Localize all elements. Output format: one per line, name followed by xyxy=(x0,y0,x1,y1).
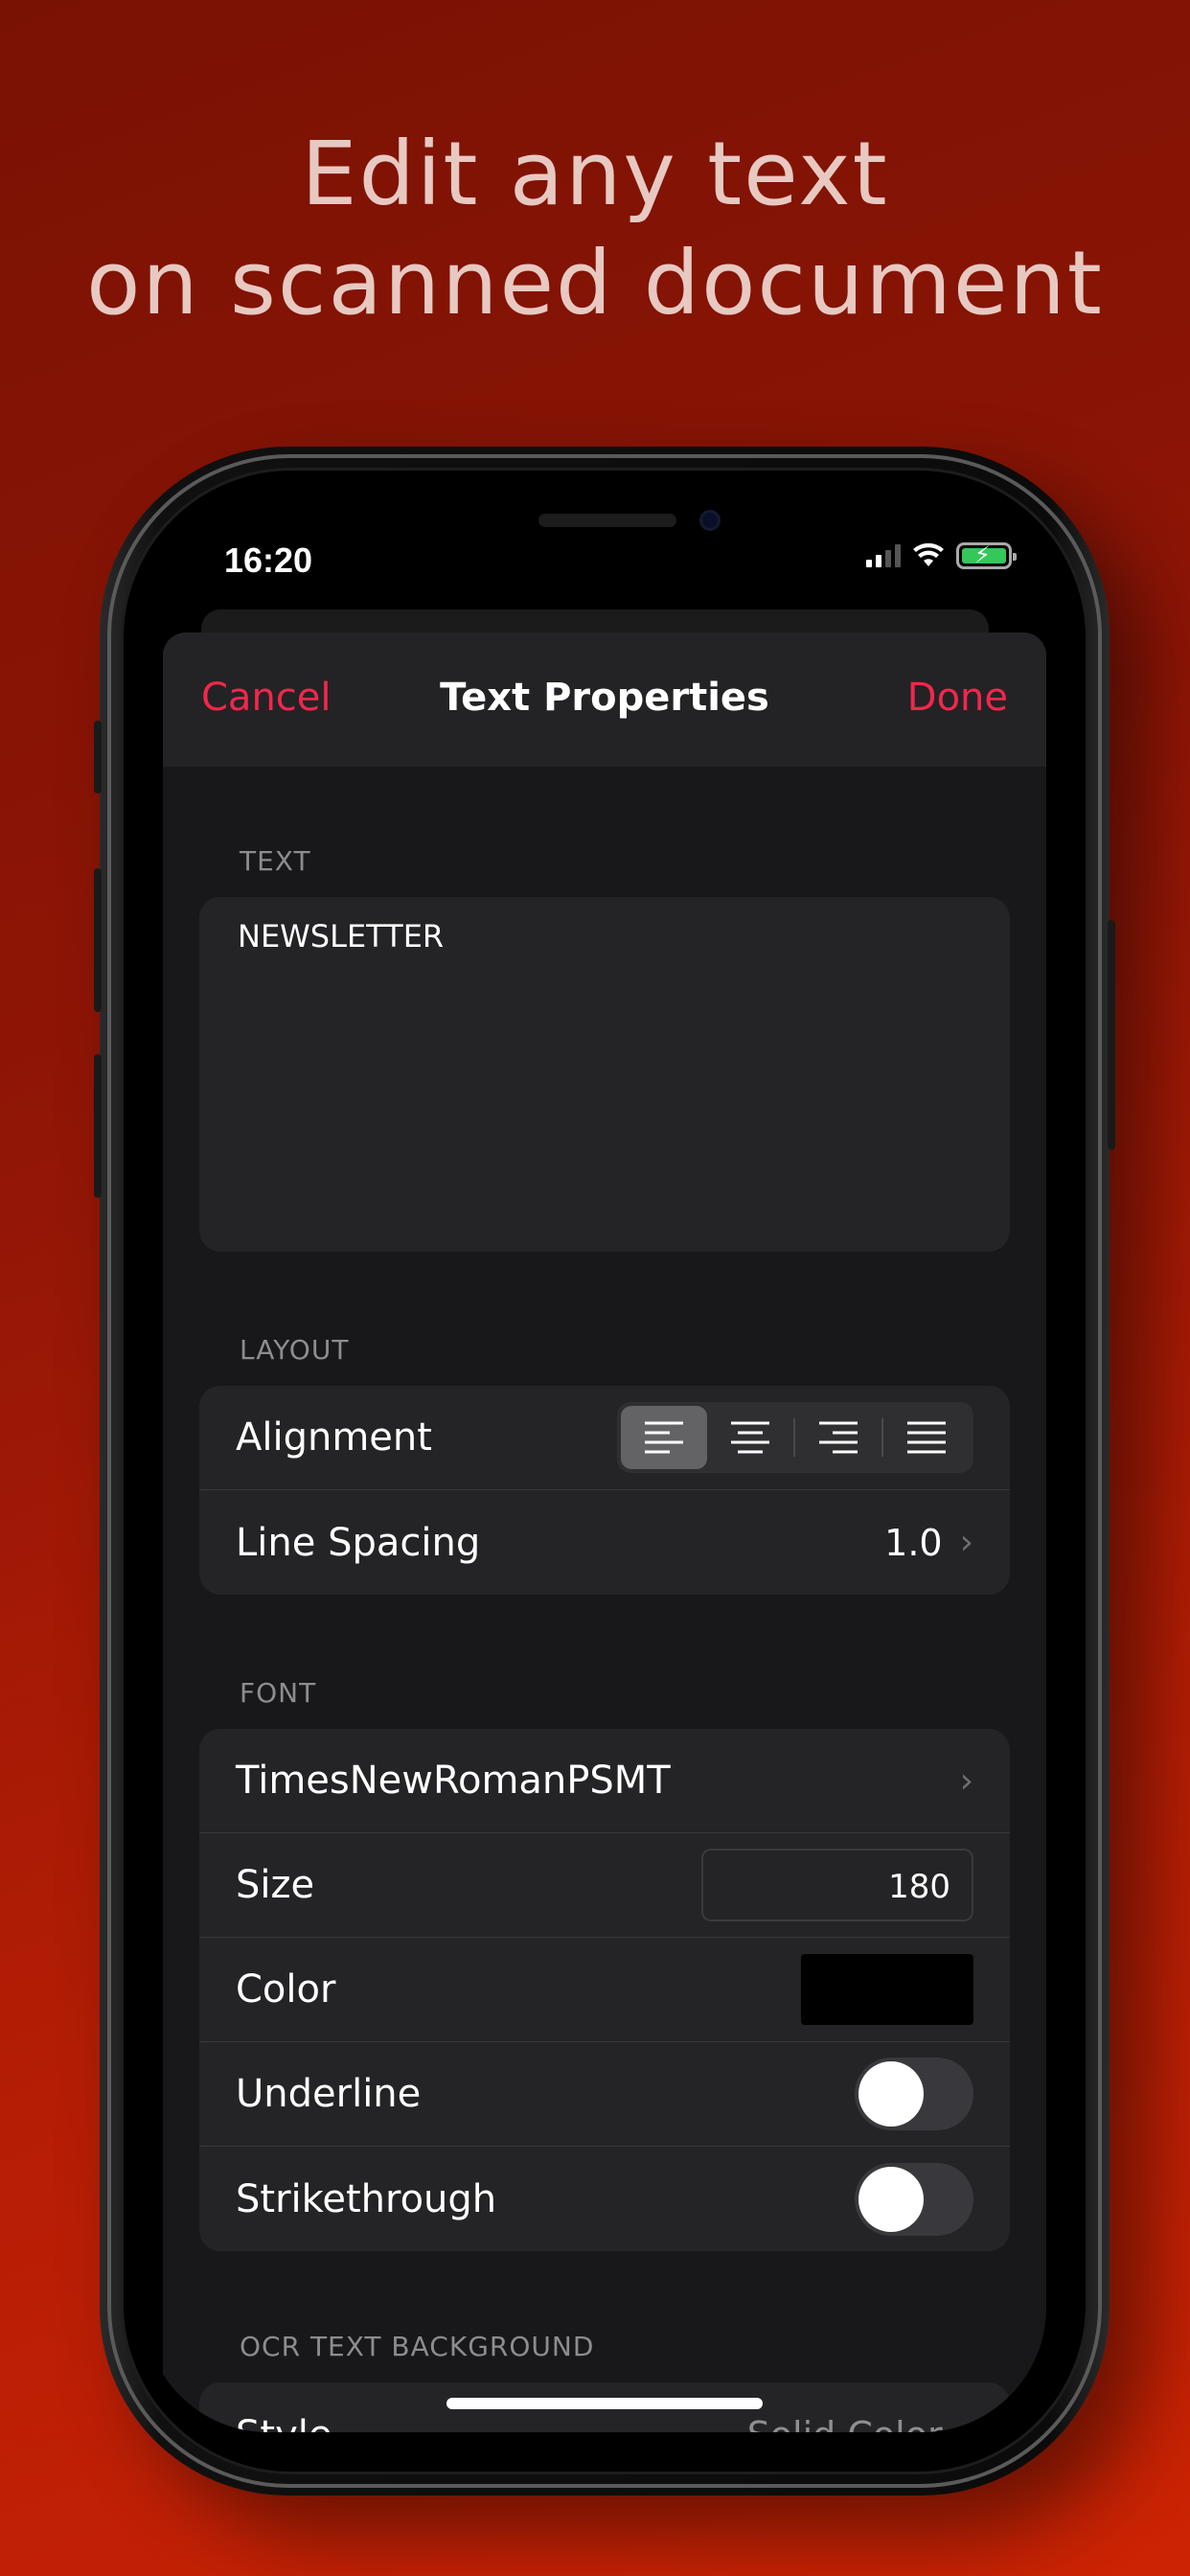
volume-down-button xyxy=(94,1054,102,1198)
style-label: Style xyxy=(236,2413,332,2433)
section-header-ocr-background: OCR TEXT BACKGROUND xyxy=(240,2331,595,2362)
power-button xyxy=(1108,920,1115,1150)
alignment-label: Alignment xyxy=(236,1415,432,1460)
color-label: Color xyxy=(236,1967,336,2012)
font-name-row[interactable]: TimesNewRomanPSMT › xyxy=(199,1729,1010,1833)
align-justify-icon[interactable] xyxy=(883,1406,970,1469)
font-group: TimesNewRomanPSMT › Size 180 Color Under… xyxy=(199,1729,1010,2251)
strikethrough-label: Strikethrough xyxy=(236,2176,497,2221)
underline-label: Underline xyxy=(236,2072,422,2116)
volume-up-button xyxy=(94,868,102,1012)
size-label: Size xyxy=(236,1863,315,1907)
section-header-layout: LAYOUT xyxy=(240,1334,350,1366)
underline-row: Underline xyxy=(199,2042,1010,2147)
battery-charging-icon: ⚡ xyxy=(956,542,1017,569)
mute-switch xyxy=(94,721,102,794)
wifi-icon xyxy=(913,543,944,566)
done-button[interactable]: Done xyxy=(907,676,1008,720)
earpiece-speaker xyxy=(538,514,676,527)
headline: Edit any text on scanned document xyxy=(0,120,1190,338)
toggle-knob xyxy=(858,2166,924,2232)
navigation-bar: Cancel Text Properties Done xyxy=(163,632,1046,767)
toggle-knob xyxy=(858,2061,924,2127)
text-properties-sheet: Cancel Text Properties Done TEXT NEWSLET… xyxy=(163,632,1046,2432)
headline-line-2: on scanned document xyxy=(86,232,1104,334)
strikethrough-toggle[interactable] xyxy=(855,2162,973,2236)
underline-toggle[interactable] xyxy=(855,2058,973,2130)
align-right-icon[interactable] xyxy=(795,1406,881,1469)
font-name-label: TimesNewRomanPSMT xyxy=(236,1759,671,1803)
home-indicator xyxy=(446,2398,763,2409)
size-row: Size 180 xyxy=(199,1833,1010,1938)
line-spacing-value: 1.0 xyxy=(884,1521,943,1564)
text-input[interactable]: NEWSLETTER xyxy=(199,897,1010,1252)
style-value: Solid Color xyxy=(747,2414,943,2433)
phone-screen: 16:20 ⚡ Cancel Text Properties Done TEXT… xyxy=(144,487,1046,2432)
status-icons: ⚡ xyxy=(866,542,1017,569)
signal-icon xyxy=(866,544,901,567)
alignment-row: Alignment xyxy=(199,1386,1010,1490)
section-header-text: TEXT xyxy=(240,845,311,877)
line-spacing-label: Line Spacing xyxy=(236,1520,481,1565)
size-input[interactable]: 180 xyxy=(701,1849,973,1921)
headline-line-1: Edit any text xyxy=(301,123,889,225)
color-row: Color xyxy=(199,1938,1010,2042)
chevron-right-icon: › xyxy=(959,1760,973,1801)
chevron-right-icon: › xyxy=(959,1523,973,1562)
line-spacing-row[interactable]: Line Spacing 1.0 › xyxy=(199,1490,1010,1595)
front-camera xyxy=(699,510,721,531)
chevron-right-icon: › xyxy=(960,2415,973,2432)
align-left-icon[interactable] xyxy=(621,1406,707,1469)
align-center-icon[interactable] xyxy=(707,1406,793,1469)
layout-group: Alignment Line Spacing 1.0 › xyxy=(199,1386,1010,1595)
alignment-segmented-control[interactable] xyxy=(617,1402,973,1473)
strikethrough-row: Strikethrough xyxy=(199,2147,1010,2251)
section-header-font: FONT xyxy=(240,1677,317,1709)
color-swatch[interactable] xyxy=(801,1954,973,2025)
status-time: 16:20 xyxy=(224,540,313,580)
